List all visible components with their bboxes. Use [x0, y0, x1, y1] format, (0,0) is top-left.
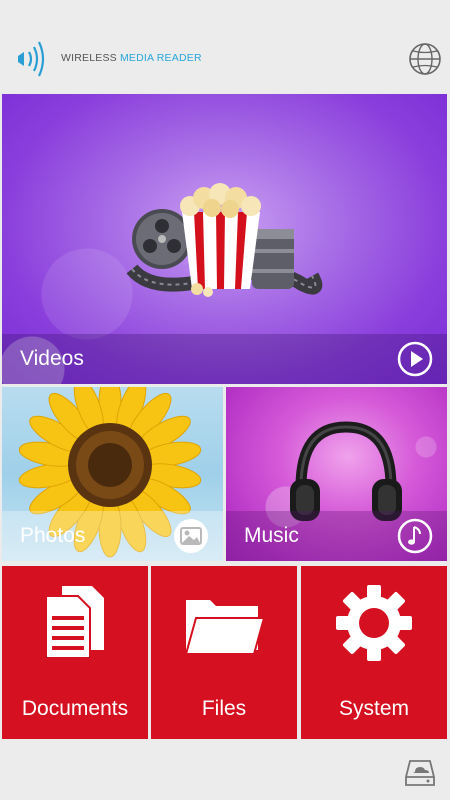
photos-caption-bar: Photos	[2, 511, 223, 561]
files-label: Files	[201, 697, 247, 720]
videos-label: Videos	[20, 347, 84, 370]
wifi-signal-icon[interactable]	[14, 38, 48, 80]
top-bar: WIRELESS MEDIA READER	[0, 0, 450, 92]
bottom-bar	[0, 742, 450, 800]
documents-label: Documents	[21, 697, 129, 720]
videos-caption-bar: Videos	[2, 334, 447, 384]
photos-label: Photos	[20, 524, 86, 547]
videos-tile[interactable]: Videos	[2, 94, 447, 384]
cloud-drive-icon[interactable]	[402, 757, 438, 789]
app-title: WIRELESS MEDIA READER	[61, 52, 202, 64]
gear-icon	[336, 585, 412, 661]
play-icon[interactable]	[397, 341, 433, 377]
image-icon[interactable]	[173, 518, 209, 554]
system-tile[interactable]: System	[301, 566, 447, 739]
music-label: Music	[244, 524, 299, 547]
photos-tile[interactable]: Photos	[2, 387, 223, 561]
folder-icon	[184, 600, 266, 655]
globe-icon[interactable]	[408, 42, 442, 76]
music-caption-bar: Music	[226, 511, 447, 561]
documents-tile[interactable]: Documents	[2, 566, 148, 739]
files-tile[interactable]: Files	[151, 566, 297, 739]
music-note-icon[interactable]	[397, 518, 433, 554]
system-label: System	[338, 697, 409, 720]
music-tile[interactable]: Music	[226, 387, 447, 561]
documents-icon	[45, 586, 104, 659]
